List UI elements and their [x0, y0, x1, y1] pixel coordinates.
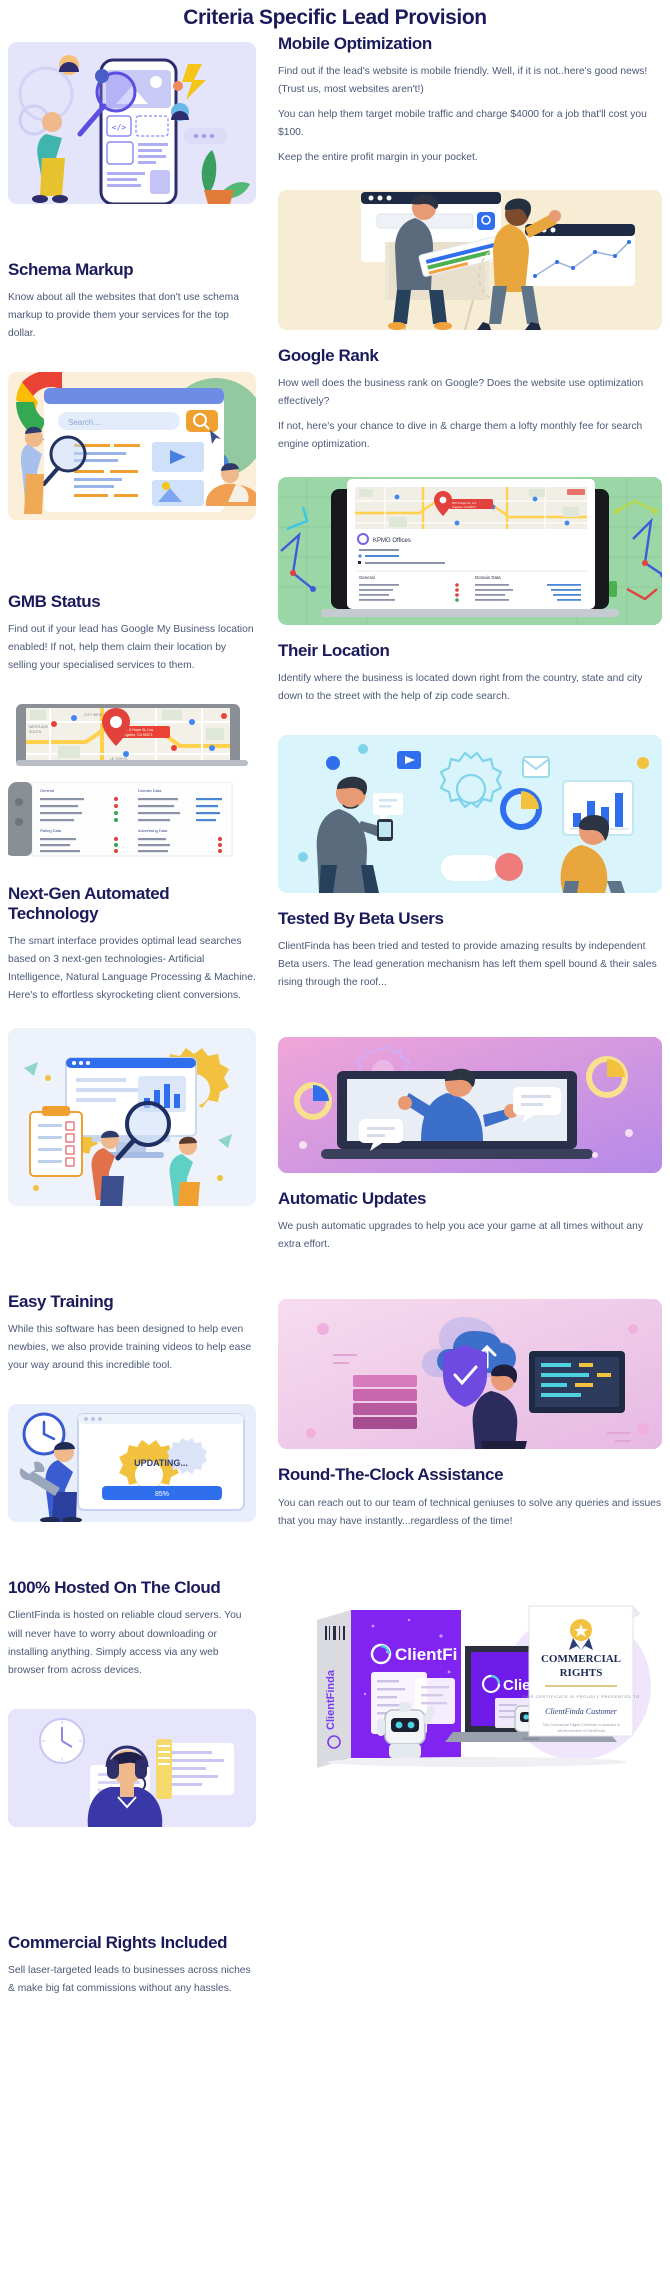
- svg-text:ClientFi: ClientFi: [395, 1645, 457, 1664]
- svg-text:COMMERCIAL: COMMERCIAL: [541, 1653, 621, 1665]
- heading-google-rank: Google Rank: [278, 346, 379, 366]
- svg-text:MacBook: MacBook: [523, 1736, 540, 1741]
- svg-text:Angeles, CA 90071: Angeles, CA 90071: [452, 505, 476, 509]
- svg-text:RIGHTS: RIGHTS: [560, 1667, 603, 1679]
- svg-text:WESTLAKE: WESTLAKE: [29, 725, 49, 729]
- paragraph-automatic-updates: We push automatic upgrades to help you a…: [278, 1221, 643, 1251]
- mobile-optimization-illustration: </>: [8, 42, 256, 204]
- heading-schema-markup: Schema Markup: [8, 260, 134, 279]
- paragraph-google-rank-1: How well does the business rank on Googl…: [278, 378, 644, 408]
- svg-text:</>: </>: [112, 123, 127, 132]
- svg-text:Advertising Data: Advertising Data: [138, 828, 168, 833]
- heading-mobile-optimization: Mobile Optimization: [278, 34, 432, 53]
- paragraph-google-rank-2: If not, here's your chance to dive in & …: [278, 421, 643, 451]
- heading-easy-training: Easy Training: [8, 1292, 114, 1312]
- heading-next-gen-automated-technology: Next-Gen Automated Technology: [8, 884, 170, 924]
- svg-text:ClientFinda: ClientFinda: [325, 1669, 337, 1730]
- svg-text:THIS CERTIFICATE IS PROUDLY PR: THIS CERTIFICATE IS PROUDLY PRESENTED TO: [522, 1694, 639, 1699]
- svg-text:Domain Data: Domain Data: [475, 575, 501, 580]
- svg-text:Search....: Search....: [68, 418, 102, 427]
- svg-text:CITY WEST: CITY WEST: [84, 713, 104, 717]
- heading-automatic-updates: Automatic Updates: [278, 1189, 427, 1209]
- svg-text:General: General: [359, 575, 375, 580]
- google-rank-illustration: [278, 190, 662, 331]
- paragraph-gmb-status: Find out if your lead has Google My Busi…: [8, 624, 254, 672]
- heading-their-location: Their Location: [278, 641, 390, 661]
- right-column: Mobile Optimization Find out if the lead…: [274, 34, 662, 1998]
- gmb-report-table-illustration: General Domain Data Rating Data Advertisin…: [8, 782, 256, 869]
- svg-text:Clie: Clie: [503, 1677, 531, 1694]
- svg-text:official member of ClientFinda: official member of ClientFinda: [557, 1729, 604, 1733]
- svg-text:KPMG Offices: KPMG Offices: [373, 538, 411, 544]
- paragraph-mobile-optimization-3: Keep the entire profit margin in your po…: [278, 152, 478, 164]
- paragraph-mobile-optimization-2: You can help them target mobile traffic …: [278, 109, 647, 139]
- schema-markup-illustration: Search....: [8, 372, 256, 521]
- gmb-map-illustration: WESTLAKE SOUTH CITY WEST LE TOKYO 633 S Ho…: [8, 698, 256, 769]
- cloud-hosting-illustration: [278, 1299, 662, 1450]
- video-training-illustration: [278, 1037, 662, 1174]
- paragraph-their-location: Identify where the business is located d…: [278, 673, 643, 703]
- paragraph-next-gen-automated-technology: The smart interface provides optimal lea…: [8, 936, 256, 1002]
- paragraph-tested-by-beta-users: ClientFinda has been tried and tested to…: [278, 941, 657, 989]
- feature-grid: </> Schema Markup Know about all the web…: [0, 34, 670, 1998]
- svg-text:Angeles, CA 90071: Angeles, CA 90071: [122, 733, 153, 737]
- landing-page: Criteria Specific Lead Provision </> Sch…: [0, 0, 670, 2008]
- svg-text:UPDATING...: UPDATING...: [134, 1458, 188, 1468]
- heading-gmb-status: GMB Status: [8, 592, 101, 612]
- beta-users-illustration: [278, 735, 662, 894]
- paragraph-easy-training: While this software has been designed to…: [8, 1324, 252, 1372]
- location-dashboard-illustration: 633 S Hope St, Los Angeles, CA 90071 KPM…: [278, 477, 662, 626]
- paragraph-hosted-on-the-cloud: ClientFinda is hosted on reliable cloud …: [8, 1610, 242, 1676]
- svg-text:This Commercial Rights Certifi: This Commercial Rights Certificate is aw…: [542, 1723, 620, 1727]
- heading-tested-by-beta-users: Tested By Beta Users: [278, 909, 444, 929]
- page-title: Criteria Specific Lead Provision: [183, 6, 487, 29]
- updating-progress-illustration: UPDATING... 85%: [8, 1404, 256, 1523]
- svg-text:Domain Data: Domain Data: [138, 788, 162, 793]
- heading-round-the-clock-assistance: Round-The-Clock Assistance: [278, 1465, 504, 1485]
- left-column: </> Schema Markup Know about all the web…: [8, 34, 260, 1998]
- svg-text:General: General: [40, 788, 54, 793]
- svg-text:Rating Data: Rating Data: [40, 828, 62, 833]
- paragraph-mobile-optimization-1: Find out if the lead's website is mobile…: [278, 66, 648, 96]
- automation-gears-illustration: [8, 1028, 256, 1207]
- heading-hosted-on-the-cloud: 100% Hosted On The Cloud: [8, 1578, 221, 1598]
- paragraph-round-the-clock-assistance: You can reach out to our team of technic…: [278, 1497, 662, 1527]
- paragraph-schema-markup: Know about all the websites that don't u…: [8, 292, 239, 340]
- support-agent-illustration: [8, 1708, 256, 1827]
- clientfinda-product-box-illustration: ClientFinda ClientFi Clie MacBook COMMER…: [278, 1601, 662, 1774]
- paragraph-commercial-rights-included: Sell laser-targeted leads to businesses …: [8, 1964, 251, 1994]
- heading-commercial-rights-included: Commercial Rights Included: [8, 1932, 228, 1952]
- svg-text:ClientFinda Customer: ClientFinda Customer: [545, 1707, 618, 1716]
- svg-text:85%: 85%: [155, 1491, 169, 1498]
- svg-text:SOUTH: SOUTH: [29, 730, 42, 734]
